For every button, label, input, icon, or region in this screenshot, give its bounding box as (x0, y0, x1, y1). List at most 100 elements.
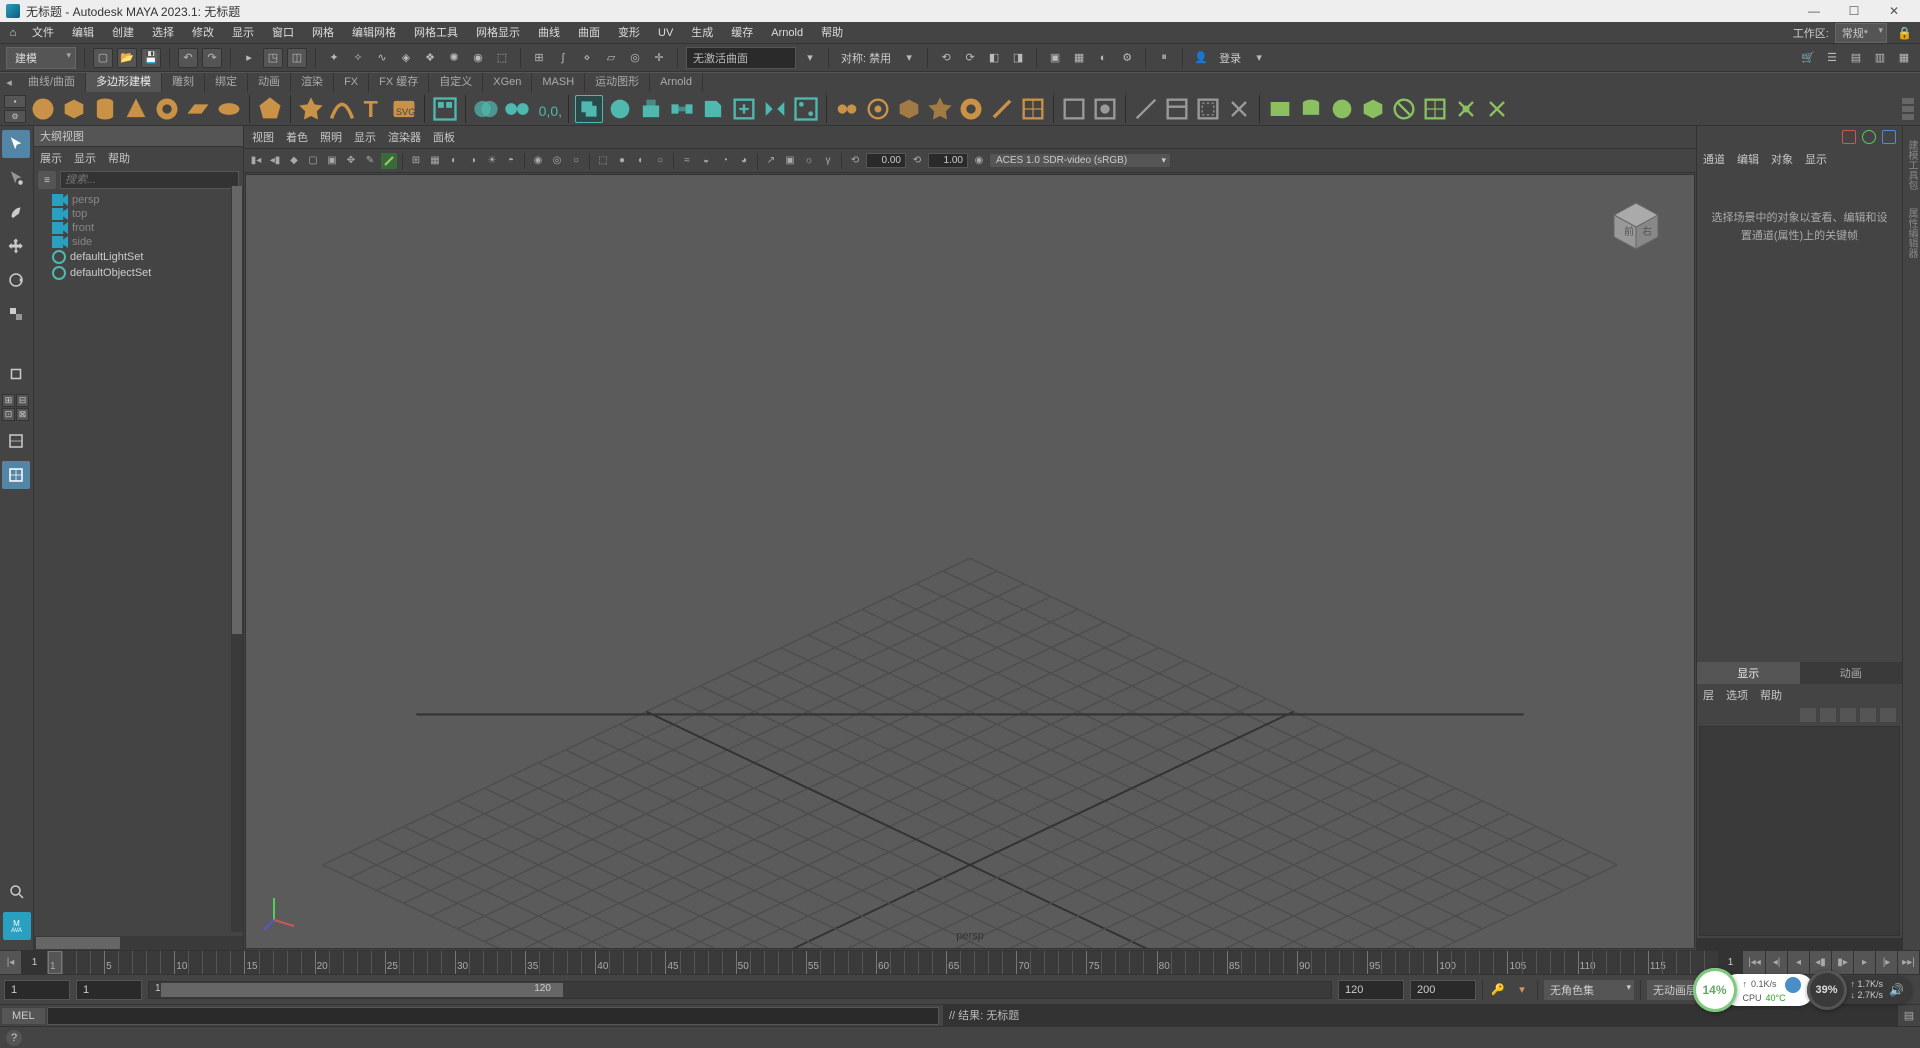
login-dropdown-icon[interactable]: ▾ (1249, 48, 1269, 68)
sel-mode-object-icon[interactable]: ◳ (263, 48, 283, 68)
shelf-tab-anim[interactable]: 动画 (248, 73, 291, 92)
help-icon[interactable]: ? (6, 1030, 22, 1046)
ipr-render-icon[interactable]: ◐ (1093, 48, 1113, 68)
vp-film-gate-icon[interactable]: ▣ (324, 153, 340, 169)
uv-auto-icon[interactable] (1359, 95, 1387, 123)
layout-attribute-icon[interactable]: ▤ (1846, 48, 1866, 68)
content-browser-icon[interactable] (431, 95, 459, 123)
mirror-icon[interactable] (761, 95, 789, 123)
vp-far-field[interactable]: 1.00 (928, 153, 968, 168)
poly-plane-icon[interactable] (184, 95, 212, 123)
tree-item-object-set[interactable]: defaultObjectSet (34, 265, 243, 281)
range-slider[interactable]: 1 120 (148, 981, 1332, 999)
vp-menu-view[interactable]: 视图 (252, 129, 274, 145)
layer-list[interactable] (1699, 726, 1900, 936)
account-icon[interactable]: 👤 (1191, 48, 1211, 68)
outliner-hscroll[interactable] (34, 936, 243, 950)
slide-edge-icon[interactable] (1225, 95, 1253, 123)
offset-edge-icon[interactable] (1194, 95, 1222, 123)
menu-mesh[interactable]: 网格 (304, 22, 342, 44)
vp-menu-lighting[interactable]: 照明 (320, 129, 342, 145)
layer-menu-layers[interactable]: 层 (1703, 687, 1714, 703)
poly-type-icon[interactable]: T (359, 95, 387, 123)
poly-cone-icon[interactable] (122, 95, 150, 123)
vp-grease-icon[interactable]: ✎ (362, 153, 378, 169)
close-button[interactable]: ✕ (1874, 4, 1914, 18)
shelf-tab-motion[interactable]: 运动图形 (585, 73, 650, 92)
vp-image-plane-icon[interactable]: ▢ (305, 153, 321, 169)
layer-tab-display[interactable]: 显示 (1697, 662, 1800, 684)
vp-shadows-icon[interactable]: ◓ (503, 153, 519, 169)
vp-lights-icon[interactable]: ☀ (484, 153, 500, 169)
open-scene-icon[interactable]: 📂 (117, 48, 137, 68)
range-in-field[interactable]: 1 (76, 980, 142, 1000)
time-ruler[interactable]: 1510152025303540455055606570758085909510… (48, 951, 1718, 974)
rotate-tool[interactable] (2, 266, 30, 294)
symmetry-label[interactable]: 对称: 禁用 (837, 50, 895, 66)
snap-plane-icon[interactable]: ▱ (601, 48, 621, 68)
vp-exposure-icon[interactable]: ☼ (801, 153, 817, 169)
menu-surfaces[interactable]: 曲面 (570, 22, 608, 44)
history-toggle-2-icon[interactable]: ⟳ (960, 48, 980, 68)
menu-display[interactable]: 显示 (224, 22, 262, 44)
menu-window[interactable]: 窗口 (264, 22, 302, 44)
key-menu-icon[interactable]: ▾ (1513, 981, 1531, 999)
snap-point-icon[interactable]: ⋄ (577, 48, 597, 68)
layout-outliner-icon[interactable]: ☰ (1822, 48, 1842, 68)
layer-icon-1[interactable] (1800, 708, 1816, 722)
sel-mask-deform-icon[interactable]: ❖ (420, 48, 440, 68)
outliner-search-input[interactable] (60, 171, 239, 189)
lock-icon[interactable]: 🔒 (1897, 26, 1912, 40)
layer-icon-5[interactable] (1880, 708, 1896, 722)
time-start-icon[interactable]: |◂ (0, 951, 22, 974)
overlay-dot-icon[interactable] (1785, 977, 1801, 993)
edit-edge-flow-icon[interactable] (1132, 95, 1160, 123)
vp-gamma-icon[interactable]: γ (820, 153, 836, 169)
overlay-speaker-icon[interactable]: 🔊 (1889, 983, 1904, 997)
shelf-tab-xgen[interactable]: XGen (483, 73, 532, 92)
menu-select[interactable]: 选择 (144, 22, 182, 44)
panel-layout-a[interactable] (2, 427, 30, 455)
menu-file[interactable]: 文件 (24, 22, 62, 44)
bool-diff-icon[interactable] (606, 95, 634, 123)
history-toggle-4-icon[interactable]: ◨ (1008, 48, 1028, 68)
vp-smooth-2-icon[interactable]: ◐ (633, 153, 649, 169)
poly-sweep-icon[interactable] (297, 95, 325, 123)
collapse-icon[interactable] (895, 95, 923, 123)
marketplace-icon[interactable]: 🛒 (1798, 48, 1818, 68)
range-start-field[interactable]: 1 (4, 980, 70, 1000)
save-scene-icon[interactable]: 💾 (141, 48, 161, 68)
menu-curves[interactable]: 曲线 (530, 22, 568, 44)
vp-menu-shading[interactable]: 着色 (286, 129, 308, 145)
shelf-tab-left-icon[interactable]: ◂ (0, 73, 18, 92)
poly-torus-icon[interactable] (153, 95, 181, 123)
layout-grid-buttons[interactable]: ⊞⊟⊡⊠ (2, 394, 30, 421)
render-settings-icon[interactable]: ⚙ (1117, 48, 1137, 68)
sel-mode-component-icon[interactable]: ◫ (287, 48, 307, 68)
layer-icon-3[interactable] (1840, 708, 1856, 722)
viewport-3d[interactable]: 前 右 persp (245, 174, 1695, 949)
home-icon[interactable]: ⌂ (4, 27, 22, 39)
quad-draw-icon[interactable] (988, 95, 1016, 123)
uv-cut-icon[interactable] (1483, 95, 1511, 123)
menu-edit[interactable]: 编辑 (64, 22, 102, 44)
tree-item-light-set[interactable]: defaultLightSet (34, 249, 243, 265)
layer-hscroll[interactable] (1697, 938, 1902, 950)
menu-mesh-display[interactable]: 网格显示 (468, 22, 528, 44)
vp-menu-panels[interactable]: 面板 (433, 129, 455, 145)
vp-isolate-icon[interactable]: ◉ (530, 153, 546, 169)
sculpt-1-icon[interactable] (1060, 95, 1088, 123)
rp-icon-b[interactable] (1862, 130, 1876, 144)
vp-near-field[interactable]: 0.00 (866, 153, 906, 168)
lasso-tool[interactable] (2, 164, 30, 192)
sculpt-2-icon[interactable] (1091, 95, 1119, 123)
new-scene-icon[interactable]: ▢ (93, 48, 113, 68)
append-icon[interactable] (730, 95, 758, 123)
layer-icon-2[interactable] (1820, 708, 1836, 722)
layout-tool-icon[interactable]: ▥ (1870, 48, 1890, 68)
vp-motion-blur-icon[interactable]: ≈ (679, 153, 695, 169)
poly-curve-icon[interactable] (328, 95, 356, 123)
range-out-field[interactable]: 120 (1338, 980, 1404, 1000)
sel-mask-joint-icon[interactable]: ✧ (348, 48, 368, 68)
layout-channel-icon[interactable]: ▦ (1894, 48, 1914, 68)
